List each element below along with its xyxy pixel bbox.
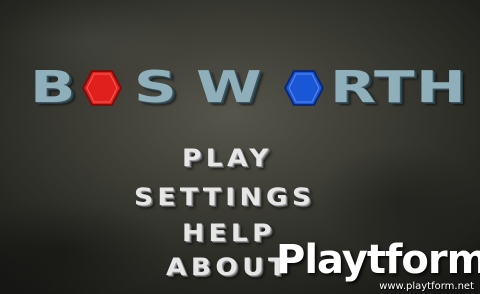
playtform-watermark: Playtform www.playtform.net xyxy=(262,236,480,294)
logo-letter-r: R xyxy=(330,62,376,113)
logo-letter-s: S xyxy=(134,62,177,113)
watermark-url: www.playtform.net xyxy=(379,281,474,292)
red-gem-icon xyxy=(82,70,122,106)
logo-letter-t: T xyxy=(374,62,415,113)
game-logo: B S W R T H xyxy=(30,62,466,113)
logo-letter-b: B xyxy=(30,62,76,113)
menu-settings-button[interactable]: SETTINGS xyxy=(134,184,315,210)
game-title-screen: B S W R T H PLAY SETTINGS HELP ABOUT Pla… xyxy=(0,0,480,294)
logo-letter-h: H xyxy=(416,62,466,113)
logo-letter-w: W xyxy=(196,62,262,113)
menu-play-button[interactable]: PLAY xyxy=(182,145,273,171)
blue-gem-icon xyxy=(284,70,324,106)
watermark-brand: Playtform xyxy=(276,237,480,283)
